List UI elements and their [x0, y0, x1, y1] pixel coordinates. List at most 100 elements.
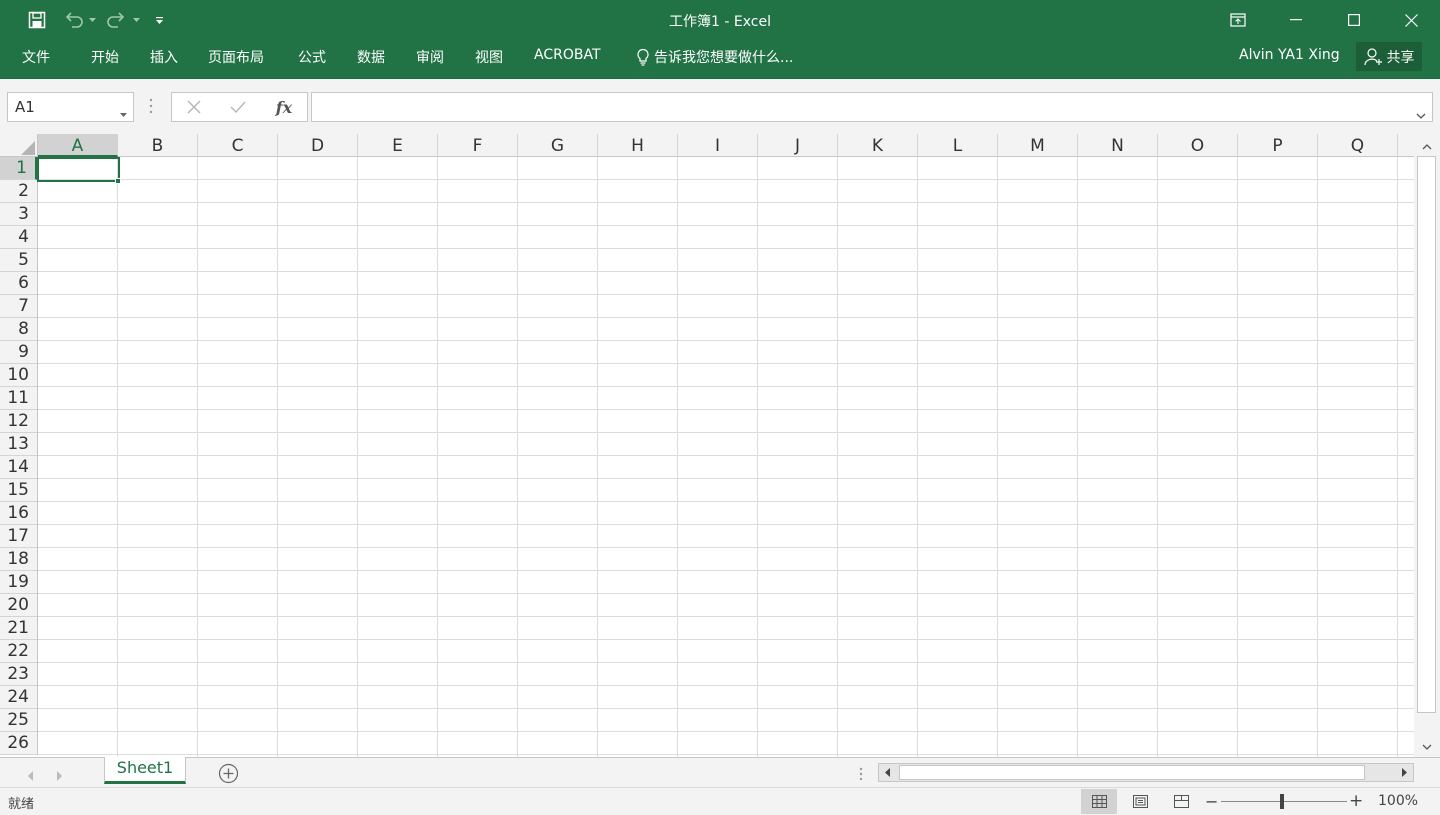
tab-acrobat[interactable]: ACROBAT: [534, 47, 601, 63]
row-header-4[interactable]: 4: [0, 226, 37, 249]
tab-data[interactable]: 数据: [357, 47, 385, 67]
minimize-icon[interactable]: [1267, 0, 1325, 40]
save-icon[interactable]: [24, 8, 50, 32]
row-header-8[interactable]: 8: [0, 318, 37, 341]
row-header-18[interactable]: 18: [0, 548, 37, 571]
resize-handle-icon[interactable]: [149, 98, 153, 118]
row-header-3[interactable]: 3: [0, 203, 37, 226]
row-header-20[interactable]: 20: [0, 594, 37, 617]
page-layout-view-icon[interactable]: [1122, 789, 1158, 814]
redo-dropdown-icon[interactable]: [130, 8, 142, 32]
column-header-o[interactable]: O: [1158, 134, 1238, 157]
active-cell-selection[interactable]: [37, 157, 120, 182]
row-header-11[interactable]: 11: [0, 387, 37, 410]
column-header-d[interactable]: D: [278, 134, 358, 157]
column-header-l[interactable]: L: [918, 134, 998, 157]
checkmark-icon[interactable]: [218, 93, 258, 121]
fill-handle[interactable]: [115, 178, 121, 184]
row-header-1[interactable]: 1: [0, 157, 37, 180]
customize-qat-icon[interactable]: [152, 8, 166, 32]
zoom-level[interactable]: 100%: [1378, 793, 1418, 809]
row-header-19[interactable]: 19: [0, 571, 37, 594]
page-break-preview-icon[interactable]: [1163, 789, 1199, 814]
row-header-23[interactable]: 23: [0, 663, 37, 686]
person-add-icon: [1363, 47, 1384, 66]
tab-review[interactable]: 审阅: [416, 47, 444, 67]
lightbulb-icon: [636, 48, 650, 66]
previous-sheet-icon[interactable]: [28, 766, 34, 785]
name-box[interactable]: A1: [7, 92, 134, 122]
tell-me-box[interactable]: 告诉我您想要做什么...: [636, 47, 793, 67]
row-header-12[interactable]: 12: [0, 410, 37, 433]
sheet-tab-sheet1[interactable]: Sheet1: [104, 757, 186, 784]
cancel-x-icon[interactable]: [174, 93, 214, 121]
tab-split-handle-icon[interactable]: [859, 766, 863, 785]
column-header-g[interactable]: G: [518, 134, 598, 157]
row-header-13[interactable]: 13: [0, 433, 37, 456]
column-header-p[interactable]: P: [1238, 134, 1318, 157]
horizontal-scroll-thumb[interactable]: [899, 765, 1365, 780]
column-header-c[interactable]: C: [198, 134, 278, 157]
column-header-a[interactable]: A: [38, 134, 118, 157]
zoom-slider-track[interactable]: [1221, 801, 1347, 802]
scroll-right-icon[interactable]: [1395, 764, 1413, 781]
scroll-up-icon[interactable]: [1417, 138, 1437, 156]
column-header-e[interactable]: E: [358, 134, 438, 157]
undo-icon[interactable]: [62, 8, 86, 32]
row-header-15[interactable]: 15: [0, 479, 37, 502]
row-header-14[interactable]: 14: [0, 456, 37, 479]
user-account-name[interactable]: Alvin YA1 Xing: [1239, 47, 1340, 63]
row-header-24[interactable]: 24: [0, 686, 37, 709]
expand-formula-bar-icon[interactable]: [1416, 104, 1426, 123]
ribbon-display-options-icon[interactable]: [1209, 0, 1267, 40]
row-header-6[interactable]: 6: [0, 272, 37, 295]
column-header-n[interactable]: N: [1078, 134, 1158, 157]
column-header-b[interactable]: B: [118, 134, 198, 157]
column-header-h[interactable]: H: [598, 134, 678, 157]
vertical-scroll-thumb[interactable]: [1417, 156, 1436, 713]
normal-view-icon[interactable]: [1081, 789, 1117, 814]
tab-insert[interactable]: 插入: [150, 47, 178, 67]
column-header-j[interactable]: J: [758, 134, 838, 157]
zoom-in-button[interactable]: +: [1349, 791, 1363, 811]
scroll-down-icon[interactable]: [1417, 738, 1437, 756]
fx-icon[interactable]: fx: [264, 93, 304, 121]
row-header-5[interactable]: 5: [0, 249, 37, 272]
row-header-25[interactable]: 25: [0, 709, 37, 732]
column-header-m[interactable]: M: [998, 134, 1078, 157]
row-header-17[interactable]: 17: [0, 525, 37, 548]
zoom-out-button[interactable]: −: [1205, 792, 1218, 811]
row-header-2[interactable]: 2: [0, 180, 37, 203]
close-icon[interactable]: [1382, 0, 1440, 40]
zoom-slider-thumb[interactable]: [1280, 794, 1284, 809]
row-header-16[interactable]: 16: [0, 502, 37, 525]
tab-file[interactable]: 文件: [22, 47, 50, 67]
row-header-26[interactable]: 26: [0, 732, 37, 755]
row-header-21[interactable]: 21: [0, 617, 37, 640]
maximize-icon[interactable]: [1325, 0, 1383, 40]
cells-area[interactable]: [38, 157, 1414, 757]
tab-view[interactable]: 视图: [475, 47, 503, 67]
column-header-k[interactable]: K: [838, 134, 918, 157]
horizontal-scrollbar[interactable]: [878, 763, 1414, 782]
select-all-corner[interactable]: [0, 134, 38, 157]
column-header-f[interactable]: F: [438, 134, 518, 157]
chevron-down-icon[interactable]: [120, 104, 127, 122]
redo-icon[interactable]: [104, 8, 128, 32]
row-header-7[interactable]: 7: [0, 295, 37, 318]
undo-dropdown-icon[interactable]: [86, 8, 98, 32]
tab-page-layout[interactable]: 页面布局: [208, 47, 264, 67]
share-button[interactable]: 共享: [1356, 42, 1422, 71]
column-header-q[interactable]: Q: [1318, 134, 1398, 157]
row-header-10[interactable]: 10: [0, 364, 37, 387]
tab-formulas[interactable]: 公式: [298, 47, 326, 67]
column-header-i[interactable]: I: [678, 134, 758, 157]
scroll-left-icon[interactable]: [879, 764, 897, 781]
row-header-9[interactable]: 9: [0, 341, 37, 364]
row-header-22[interactable]: 22: [0, 640, 37, 663]
next-sheet-icon[interactable]: [56, 766, 62, 785]
tab-home[interactable]: 开始: [91, 47, 119, 67]
add-sheet-icon[interactable]: [218, 763, 239, 788]
vertical-scrollbar[interactable]: [1414, 134, 1440, 757]
formula-input[interactable]: [311, 92, 1433, 122]
